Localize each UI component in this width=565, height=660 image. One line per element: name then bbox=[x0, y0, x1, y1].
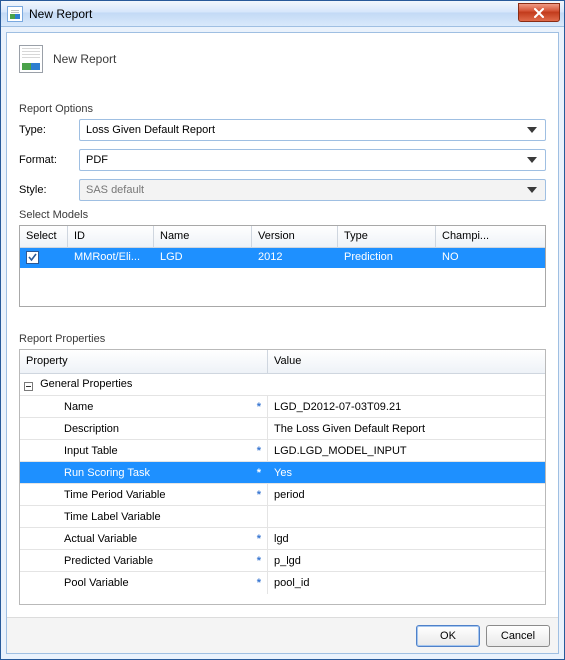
required-icon: * bbox=[257, 577, 261, 589]
chevron-down-icon bbox=[523, 121, 541, 139]
report-properties-label: Report Properties bbox=[19, 333, 546, 345]
cancel-button-label: Cancel bbox=[501, 630, 535, 642]
required-icon: * bbox=[257, 401, 261, 413]
prop-name: Run Scoring Task bbox=[20, 467, 150, 479]
prop-value[interactable]: pool_id bbox=[268, 572, 545, 594]
close-button[interactable] bbox=[518, 3, 560, 22]
type-combo[interactable]: Loss Given Default Report bbox=[79, 119, 546, 141]
group-general[interactable]: General Properties bbox=[20, 374, 545, 396]
prop-row[interactable]: Description The Loss Given Default Repor… bbox=[20, 418, 545, 440]
models-table-header: Select ID Name Version Type Champi... bbox=[20, 226, 545, 248]
col-name[interactable]: Name bbox=[154, 226, 252, 248]
prop-row[interactable]: Run Scoring Task * Yes bbox=[20, 462, 545, 484]
banner: New Report bbox=[19, 45, 546, 95]
prop-value[interactable]: p_lgd bbox=[268, 550, 545, 571]
row-type: Prediction bbox=[338, 248, 436, 268]
models-table-body: MMRoot/Eli... LGD 2012 Prediction NO bbox=[20, 248, 545, 306]
prop-row[interactable]: Time Label Variable bbox=[20, 506, 545, 528]
prop-value[interactable]: Yes bbox=[268, 462, 545, 483]
prop-name: Input Table bbox=[20, 445, 118, 457]
format-combo[interactable]: PDF bbox=[79, 149, 546, 171]
content-area: New Report Report Options Type: Loss Giv… bbox=[7, 33, 558, 617]
prop-row[interactable]: Name * LGD_D2012-07-03T09.21 bbox=[20, 396, 545, 418]
col-property[interactable]: Property bbox=[20, 350, 268, 374]
style-combo-value: SAS default bbox=[86, 184, 523, 196]
prop-row[interactable]: Input Table * LGD.LGD_MODEL_INPUT bbox=[20, 440, 545, 462]
chevron-down-icon bbox=[523, 151, 541, 169]
prop-value[interactable]: period bbox=[268, 484, 545, 505]
close-icon bbox=[533, 8, 545, 18]
report-options-label: Report Options bbox=[19, 103, 546, 115]
properties-grid: Property Value General Properties bbox=[19, 349, 546, 605]
prop-value[interactable]: The Loss Given Default Report bbox=[268, 418, 545, 439]
ok-button[interactable]: OK bbox=[416, 625, 480, 647]
window-title: New Report bbox=[29, 7, 92, 21]
title-bar: New Report bbox=[1, 1, 564, 27]
app-icon bbox=[7, 6, 23, 22]
prop-row[interactable]: Predicted Variable * p_lgd bbox=[20, 550, 545, 572]
prop-name: Predicted Variable bbox=[20, 555, 153, 567]
properties-body: General Properties Name * LGD_D2012-07-03… bbox=[20, 374, 545, 604]
col-champion[interactable]: Champi... bbox=[436, 226, 545, 248]
required-icon: * bbox=[257, 489, 261, 501]
row-id: MMRoot/Eli... bbox=[68, 248, 154, 268]
style-combo[interactable]: SAS default bbox=[79, 179, 546, 201]
button-bar: OK Cancel bbox=[7, 617, 558, 653]
style-label: Style: bbox=[19, 184, 79, 196]
select-models-label: Select Models bbox=[19, 209, 546, 221]
row-select-cell[interactable] bbox=[20, 248, 68, 268]
required-icon: * bbox=[257, 445, 261, 457]
report-properties: Report Properties Property Value General… bbox=[19, 325, 546, 605]
type-combo-value: Loss Given Default Report bbox=[86, 124, 523, 136]
type-label: Type: bbox=[19, 124, 79, 136]
row-champion: NO bbox=[436, 248, 545, 268]
col-select[interactable]: Select bbox=[20, 226, 68, 248]
prop-name: Name bbox=[20, 401, 93, 413]
collapse-icon[interactable] bbox=[24, 382, 33, 391]
prop-name: Pool Variable bbox=[20, 577, 129, 589]
col-type[interactable]: Type bbox=[338, 226, 436, 248]
prop-row[interactable]: Actual Variable * lgd bbox=[20, 528, 545, 550]
prop-row[interactable]: Pool Variable * pool_id bbox=[20, 572, 545, 594]
cancel-button[interactable]: Cancel bbox=[486, 625, 550, 647]
prop-name: Actual Variable bbox=[20, 533, 137, 545]
required-icon: * bbox=[257, 467, 261, 479]
client-area: New Report Report Options Type: Loss Giv… bbox=[6, 32, 559, 654]
dialog-window: New Report New Report Report Options Typ… bbox=[0, 0, 565, 660]
required-icon: * bbox=[257, 555, 261, 567]
col-id[interactable]: ID bbox=[68, 226, 154, 248]
table-row[interactable]: MMRoot/Eli... LGD 2012 Prediction NO bbox=[20, 248, 545, 268]
models-table: Select ID Name Version Type Champi... bbox=[19, 225, 546, 307]
row-version: 2012 bbox=[252, 248, 338, 268]
group-label: General Properties bbox=[40, 378, 132, 390]
checkbox-icon[interactable] bbox=[26, 251, 39, 264]
format-label: Format: bbox=[19, 154, 79, 166]
report-options: Type: Loss Given Default Report Format: … bbox=[19, 119, 546, 201]
prop-value[interactable]: lgd bbox=[268, 528, 545, 549]
prop-name: Time Period Variable bbox=[20, 489, 166, 501]
prop-name: Description bbox=[20, 423, 119, 435]
banner-title: New Report bbox=[53, 52, 116, 66]
col-value[interactable]: Value bbox=[268, 350, 545, 374]
properties-header: Property Value bbox=[20, 350, 545, 374]
col-version[interactable]: Version bbox=[252, 226, 338, 248]
prop-value[interactable]: LGD.LGD_MODEL_INPUT bbox=[268, 440, 545, 461]
prop-value[interactable] bbox=[268, 506, 545, 527]
prop-name: Time Label Variable bbox=[20, 511, 161, 523]
prop-value[interactable]: LGD_D2012-07-03T09.21 bbox=[268, 396, 545, 417]
chevron-down-icon bbox=[523, 181, 541, 199]
format-combo-value: PDF bbox=[86, 154, 523, 166]
report-icon bbox=[19, 45, 43, 73]
required-icon: * bbox=[257, 533, 261, 545]
prop-row[interactable]: Time Period Variable * period bbox=[20, 484, 545, 506]
ok-button-label: OK bbox=[440, 630, 456, 642]
row-name: LGD bbox=[154, 248, 252, 268]
